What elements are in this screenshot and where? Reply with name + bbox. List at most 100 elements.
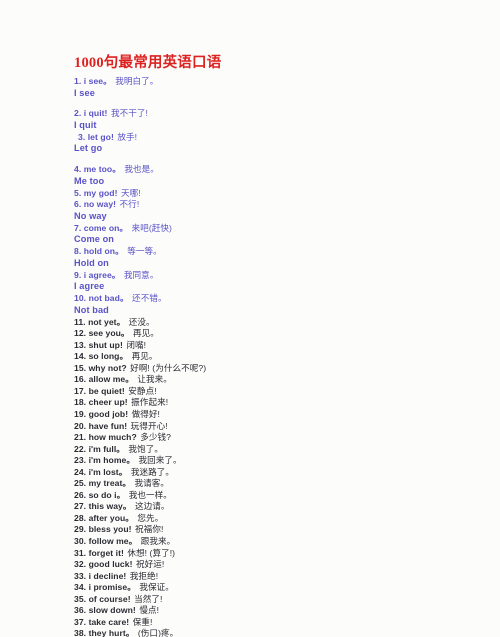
list-item: 23. i'm home。 我回来了。 xyxy=(74,455,474,467)
phrase-english: i'm full。 xyxy=(88,443,125,454)
document-body: 1000句最常用英语口语 1. i see。 我明白了。 I see 2. i qu… xyxy=(74,55,474,637)
phrase-english: how much? xyxy=(88,432,137,443)
phrase-english: not bad。 xyxy=(88,293,129,304)
list-item: 20. have fun! 玩得开心! xyxy=(74,421,474,433)
phrase-number: 17. xyxy=(74,385,87,396)
phrase-chinese: 这边请。 xyxy=(134,501,170,512)
phrase-echo: I agree xyxy=(74,281,105,292)
list-item: 10. not bad。 还不错。 xyxy=(74,293,474,305)
phrase-chinese: 我拒绝! xyxy=(129,570,159,581)
phrase-number: 23. xyxy=(74,455,87,466)
phrase-number: 28. xyxy=(74,512,87,523)
phrase-number: 14. xyxy=(74,351,87,362)
phrase-number: 3. xyxy=(78,131,86,142)
phrase-chinese: 我明白了。 xyxy=(115,76,159,86)
phrase-chinese: 祝福你! xyxy=(135,524,164,535)
phrase-chinese: 祝好运! xyxy=(135,559,165,570)
phrase-number: 7. xyxy=(74,222,82,233)
phrase-english: i decline! xyxy=(88,570,127,581)
phrase-number: 26. xyxy=(74,489,87,500)
phrase-english: i'm lost。 xyxy=(88,466,128,477)
phrase-number: 5. xyxy=(74,187,82,198)
phrase-echo: Not bad xyxy=(74,304,109,315)
phrase-english: i promise。 xyxy=(88,582,136,593)
list-item: 3. let go! 放手! xyxy=(74,132,474,144)
phrase-number: 20. xyxy=(74,420,87,431)
phrase-number: 33. xyxy=(74,570,87,581)
phrase-number: 29. xyxy=(74,524,87,535)
phrase-chinese: 保重! xyxy=(132,616,153,627)
phrase-number: 27. xyxy=(74,501,87,512)
phrase-english: after you。 xyxy=(88,512,134,523)
phrase-chinese: 您先。 xyxy=(137,512,164,523)
list-item: 34. i promise。 我保证。 xyxy=(74,582,474,594)
list-item: 17. be quiet! 安静点! xyxy=(74,386,474,398)
phrase-number: 13. xyxy=(74,339,87,350)
list-item: 19. good job! 做得好! xyxy=(74,409,474,421)
list-item: 14. so long。 再见。 xyxy=(74,351,474,363)
phrase-echo: No way xyxy=(74,210,107,221)
phrase-english: of course! xyxy=(88,593,131,604)
phrase-english: be quiet! xyxy=(88,385,125,396)
phrase-echo: Me too xyxy=(74,175,105,186)
phrase-number: 12. xyxy=(74,328,87,339)
phrase-number: 18. xyxy=(74,397,87,408)
phrase-chinese: 多少钱? xyxy=(140,432,171,443)
phrase-english: hold on。 xyxy=(83,246,124,257)
list-item: 5. my god! 天哪! xyxy=(74,188,474,200)
phrase-chinese: 跟我来。 xyxy=(140,536,176,547)
phrase-english: good luck! xyxy=(88,559,133,570)
phrase-number: 34. xyxy=(74,582,87,593)
phrase-number: 38. xyxy=(74,628,87,637)
phrase-chinese: 做得好! xyxy=(131,409,160,419)
phrase-english: shut up! xyxy=(88,339,123,350)
phrase-echo: Come on xyxy=(74,234,115,245)
list-item: 35. of course! 当然了! xyxy=(74,594,474,606)
phrase-chinese: 我迷路了。 xyxy=(130,466,175,477)
list-item: 27. this way。 这边请。 xyxy=(74,501,474,513)
phrase-english: good job! xyxy=(88,409,129,419)
phrase-chinese: 等一等。 xyxy=(127,246,162,257)
phrase-english: my god! xyxy=(83,187,118,198)
list-item: 11. not yet。 还没。 xyxy=(74,317,474,329)
phrase-english: bless you! xyxy=(88,524,132,535)
phrase-english: come on。 xyxy=(83,222,129,233)
list-item: 12. see you。 再见。 xyxy=(74,328,474,340)
list-item: 4. me too。 我也是。 xyxy=(74,164,474,176)
phrase-number: 32. xyxy=(74,559,87,570)
phrase-english: i agree。 xyxy=(83,269,121,280)
list-item: 7. come on。 来吧(赶快) xyxy=(74,223,474,235)
list-item: 8. hold on。 等一等。 xyxy=(74,246,474,258)
phrase-chinese: 当然了! xyxy=(134,593,163,604)
phrase-number: 10. xyxy=(74,293,87,304)
phrase-chinese: 我饱了。 xyxy=(128,443,163,454)
phrase-chinese: 我不干了! xyxy=(110,108,148,119)
list-item: 30. follow me。 跟我来。 xyxy=(74,536,474,548)
phrase-english: slow down! xyxy=(88,605,136,616)
phrase-number: 4. xyxy=(74,164,82,175)
list-item: 36. slow down! 慢点! xyxy=(74,605,474,617)
phrase-english: me too。 xyxy=(83,164,121,175)
phrase-chinese: (伤口)疼。 xyxy=(137,628,179,637)
list-item: 33. i decline! 我拒绝! xyxy=(74,571,474,583)
phrase-number: 11. xyxy=(74,316,86,327)
phrase-chinese: 我同意。 xyxy=(123,269,159,280)
phrase-english: forget it! xyxy=(88,547,124,558)
phrase-number: 15. xyxy=(74,362,87,373)
phrase-chinese: 我也是。 xyxy=(124,164,159,175)
page-title: 1000句最常用英语口语 xyxy=(74,55,222,71)
list-item: 18. cheer up! 振作起来! xyxy=(74,397,474,409)
list-item: 26. so do i。 我也一样。 xyxy=(74,490,474,502)
phrase-chinese: 玩得开心! xyxy=(130,420,168,431)
phrase-chinese: 我请客。 xyxy=(134,478,170,489)
list-item: 25. my treat。 我请客。 xyxy=(74,478,474,490)
list-item: 2. i quit! 我不干了! xyxy=(74,108,474,120)
list-item: 31. forget it! 休想! (算了!) xyxy=(74,548,474,560)
phrase-echo: I see xyxy=(74,87,95,98)
phrase-english: i see。 xyxy=(83,76,112,86)
phrase-chinese: 好啊! (为什么不呢?) xyxy=(130,362,207,373)
list-item: 32. good luck! 祝好运! xyxy=(74,559,474,571)
list-item: 9. i agree。 我同意。 xyxy=(74,270,474,282)
list-item: 21. how much? 多少钱? xyxy=(74,432,474,444)
